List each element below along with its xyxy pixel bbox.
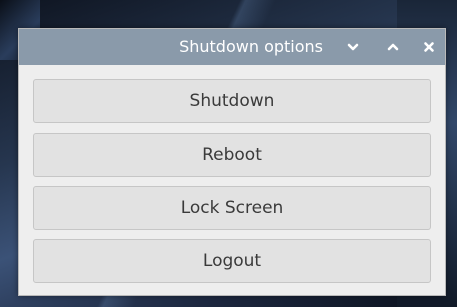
logout-button-label: Logout	[202, 251, 262, 271]
lock-screen-button-label: Lock Screen	[180, 198, 284, 218]
shutdown-options-dialog: Shutdown options Shutdown Reboot Lock Sc…	[18, 28, 446, 296]
reboot-button[interactable]: Reboot	[33, 133, 431, 177]
logout-button[interactable]: Logout	[33, 239, 431, 283]
window-title: Shutdown options	[179, 37, 323, 56]
shutdown-button-label: Shutdown	[189, 91, 275, 111]
close-icon	[423, 41, 435, 53]
titlebar[interactable]: Shutdown options	[19, 29, 445, 65]
reboot-button-label: Reboot	[202, 145, 262, 165]
lock-screen-button[interactable]: Lock Screen	[33, 186, 431, 230]
chevron-down-icon	[347, 42, 359, 52]
maximize-button[interactable]	[381, 35, 405, 59]
dialog-content: Shutdown Reboot Lock Screen Logout	[19, 65, 445, 295]
shutdown-button[interactable]: Shutdown	[33, 79, 431, 123]
chevron-up-icon	[387, 42, 399, 52]
close-button[interactable]	[417, 35, 441, 59]
minimize-button[interactable]	[341, 35, 365, 59]
